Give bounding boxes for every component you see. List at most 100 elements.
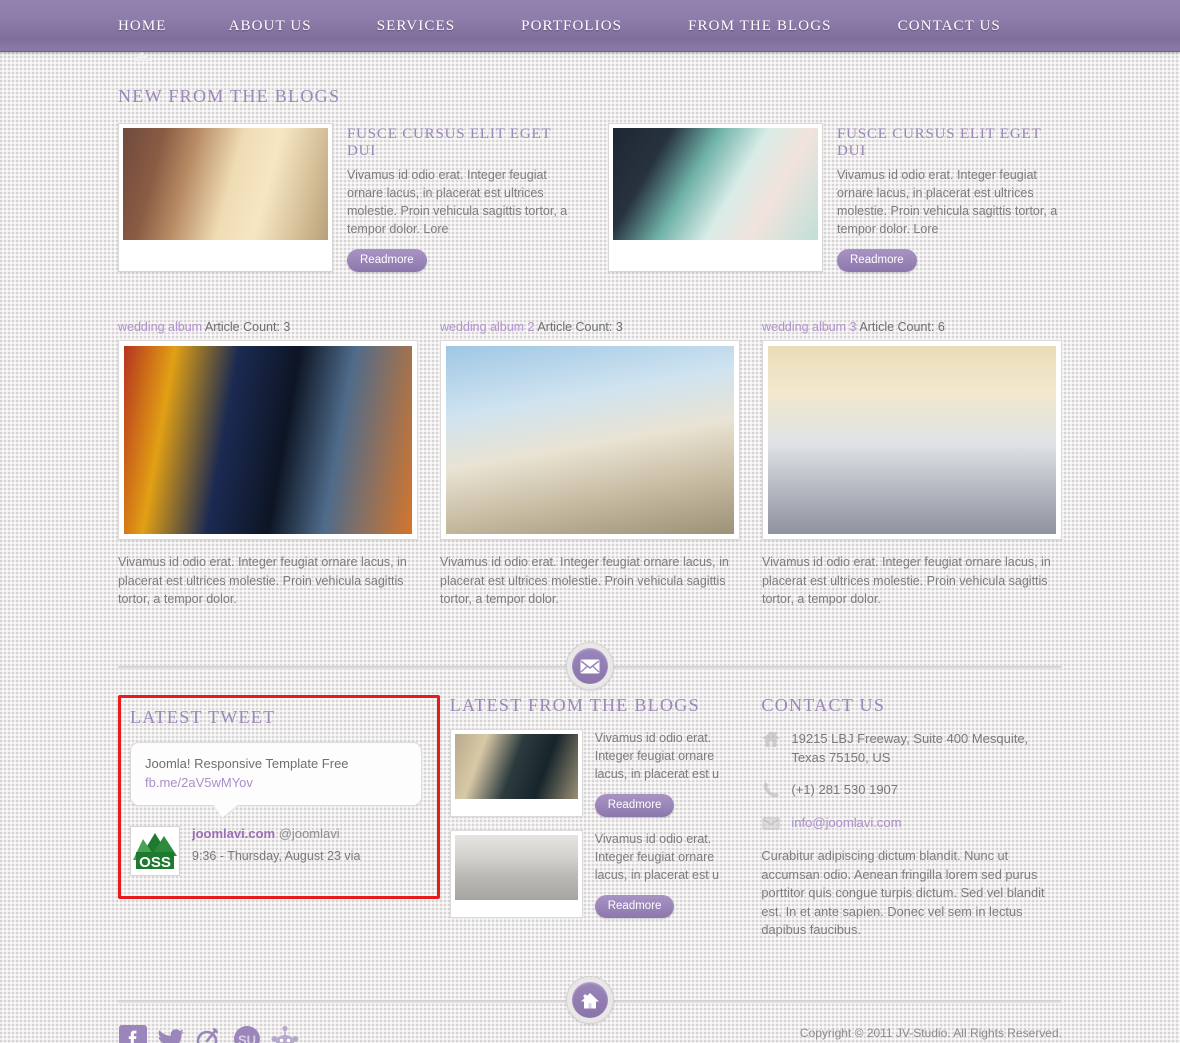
mini-post-image <box>454 835 578 900</box>
album-image <box>446 346 734 534</box>
nav-item-home[interactable]: HOME <box>118 18 167 61</box>
album-link[interactable]: wedding album 3 <box>762 320 857 334</box>
nav-item-portfolios[interactable]: PORTFOLIOS <box>521 18 622 35</box>
avatar: OSS <box>130 826 180 876</box>
nav-item-contact-us[interactable]: CONTACT US <box>898 18 1001 35</box>
album-description: Vivamus id odio erat. Integer feugiat or… <box>118 555 407 606</box>
envelope-divider-badge[interactable] <box>566 642 614 690</box>
album-description: Vivamus id odio erat. Integer feugiat or… <box>762 555 1051 606</box>
album-link[interactable]: wedding album <box>118 320 202 334</box>
latest-tweet-title: LATEST TWEET <box>130 707 276 727</box>
blog-post: FUSCE CURSUS ELIT EGET DUI Vivamus id odi… <box>608 123 1062 272</box>
contact-email[interactable]: info@joomlavi.com <box>791 815 901 830</box>
nav-item-from-the-blogs[interactable]: FROM THE BLOGS <box>688 18 831 35</box>
blog-post-thumbnail[interactable] <box>608 123 823 272</box>
blog-post-text: Vivamus id odio erat. Integer feugiat or… <box>837 168 1058 236</box>
phone-icon <box>761 780 781 800</box>
svg-text:OSS: OSS <box>139 854 171 871</box>
album-card: wedding album 2 Article Count: 3 Vivamus … <box>440 320 740 621</box>
nav-item-services[interactable]: SERVICES <box>377 18 455 35</box>
mini-blog-post: Vivamus id odio erat. Integer feugiat or… <box>449 729 746 817</box>
mini-post-text: Vivamus id odio erat. Integer feugiat or… <box>594 832 720 882</box>
latest-from-blogs-column: LATEST FROM THE BLOGS Vivamus id odio er… <box>449 695 746 952</box>
album-link[interactable]: wedding album 2 <box>440 320 535 334</box>
album-heading: wedding album Article Count: 3 <box>118 320 418 334</box>
home-icon <box>761 729 781 749</box>
readmore-button[interactable]: Readmore <box>837 249 917 272</box>
album-article-count: Article Count: 3 <box>204 320 291 334</box>
latest-from-blogs-title: LATEST FROM THE BLOGS <box>449 695 700 715</box>
album-card: wedding album 3 Article Count: 6 Vivamus … <box>762 320 1062 621</box>
reddit-icon[interactable] <box>270 1024 300 1043</box>
blog-post-body: FUSCE CURSUS ELIT EGET DUI Vivamus id odi… <box>347 123 572 272</box>
blog-post-image <box>123 128 328 240</box>
twitter-icon[interactable] <box>156 1024 186 1043</box>
blog-post-body: FUSCE CURSUS ELIT EGET DUI Vivamus id odi… <box>837 123 1062 272</box>
tweet-account-name[interactable]: joomlavi.com <box>192 826 275 841</box>
contact-phone: (+1) 281 530 1907 <box>791 782 899 797</box>
new-from-blogs-title: NEW FROM THE BLOGS <box>118 86 341 106</box>
back-to-top-button[interactable] <box>566 976 614 1025</box>
svg-text:SU: SU <box>238 1033 256 1043</box>
nav-items-container: HOME ABOUT US SERVICES PORTFOLIOS FROM THE B… <box>0 0 1180 61</box>
copyright-block: Copyright © 2011 JV-Studio. All Rights R… <box>800 1024 1062 1043</box>
mini-post-image <box>454 734 578 799</box>
mini-post-body: Vivamus id odio erat. Integer feugiat or… <box>594 830 746 918</box>
mini-posts-list: Vivamus id odio erat. Integer feugiat or… <box>449 729 746 918</box>
readmore-button[interactable]: Readmore <box>347 249 427 272</box>
contact-us-column: CONTACT US 19215 LBJ Freeway, Suite 400 … <box>761 695 1062 952</box>
album-image-frame[interactable] <box>762 340 1062 540</box>
bottom-columns: LATEST TWEET Joomla! Responsive Template… <box>118 695 1062 952</box>
contact-paragraph: Curabitur adipiscing dictum blandit. Nun… <box>761 848 1045 937</box>
home-divider-wrap <box>118 976 1062 1025</box>
facebook-icon[interactable] <box>118 1024 148 1043</box>
contact-us-title: CONTACT US <box>761 695 886 715</box>
contact-email-line: info@joomlavi.com <box>761 813 1062 833</box>
social-links: SU <box>118 1024 300 1043</box>
album-image-frame[interactable] <box>118 340 418 540</box>
latest-tweet-column: LATEST TWEET Joomla! Responsive Template… <box>118 695 440 952</box>
mini-post-thumbnail[interactable] <box>449 729 583 817</box>
main-navigation-bar: HOME ABOUT US SERVICES PORTFOLIOS FROM THE B… <box>0 0 1180 61</box>
album-card: wedding album Article Count: 3 Vivamus id… <box>118 320 418 621</box>
tweet-link[interactable]: fb.me/2aV5wMYov <box>145 773 407 792</box>
albums-row: wedding album Article Count: 3 Vivamus id… <box>118 320 1062 621</box>
contact-address-line: 19215 LBJ Freeway, Suite 400 Mesquite, T… <box>761 729 1062 767</box>
tweet-author-block: joomlavi.com @joomlavi 9:36 - Thursday, … <box>192 826 360 863</box>
blog-posts-row: FUSCE CURSUS ELIT EGET DUI Vivamus id odi… <box>118 123 1062 272</box>
tweet-meta: OSS joomlavi.com @joomlavi 9:36 - Thursd… <box>130 826 422 876</box>
new-from-blogs-section: NEW FROM THE BLOGS FUSCE CURSUS ELIT EGE… <box>118 52 1062 272</box>
tweet-timestamp: 9:36 - Thursday, August 23 via <box>192 849 361 863</box>
album-heading: wedding album 3 Article Count: 6 <box>762 320 1062 334</box>
blog-post-thumbnail[interactable] <box>118 123 333 272</box>
copyright-text: Copyright © 2011 JV-Studio. All Rights R… <box>799 1026 1062 1041</box>
blog-post-text: Vivamus id odio erat. Integer feugiat or… <box>347 168 568 236</box>
stumbleupon-icon[interactable]: SU <box>232 1024 262 1043</box>
album-image-frame[interactable] <box>440 340 740 540</box>
mini-post-text: Vivamus id odio erat. Integer feugiat or… <box>594 731 720 781</box>
divider-line <box>118 642 1062 690</box>
nav-item-about-us[interactable]: ABOUT US <box>229 18 312 35</box>
tweet-message: Joomla! Responsive Template Free <box>145 756 349 771</box>
readmore-button[interactable]: Readmore <box>594 794 675 817</box>
mini-blog-post: Vivamus id odio erat. Integer feugiat or… <box>449 830 746 918</box>
envelope-icon <box>761 813 781 833</box>
home-icon <box>572 982 608 1019</box>
blog-post-image <box>613 128 818 240</box>
tweet-bubble: Joomla! Responsive Template Free fb.me/2… <box>130 742 422 806</box>
album-image <box>124 346 412 534</box>
album-article-count: Article Count: 6 <box>859 320 945 334</box>
contact-phone-line: (+1) 281 530 1907 <box>761 780 1062 800</box>
blog-post-title[interactable]: FUSCE CURSUS ELIT EGET DUI <box>837 126 1062 160</box>
tweet-handle: @joomlavi <box>278 826 340 841</box>
blog-post-title[interactable]: FUSCE CURSUS ELIT EGET DUI <box>347 126 572 160</box>
mini-post-body: Vivamus id odio erat. Integer feugiat or… <box>594 729 746 817</box>
album-image <box>768 346 1056 534</box>
blog-post: FUSCE CURSUS ELIT EGET DUI Vivamus id odi… <box>118 123 572 272</box>
envelope-icon <box>572 648 608 684</box>
page-footer: SU Copyright © 2011 JV-Studio. All Right… <box>118 1024 1062 1043</box>
album-description: Vivamus id odio erat. Integer feugiat or… <box>440 555 729 606</box>
readmore-button[interactable]: Readmore <box>594 895 675 918</box>
tumblr-icon[interactable] <box>194 1024 224 1043</box>
mini-post-thumbnail[interactable] <box>449 830 583 918</box>
